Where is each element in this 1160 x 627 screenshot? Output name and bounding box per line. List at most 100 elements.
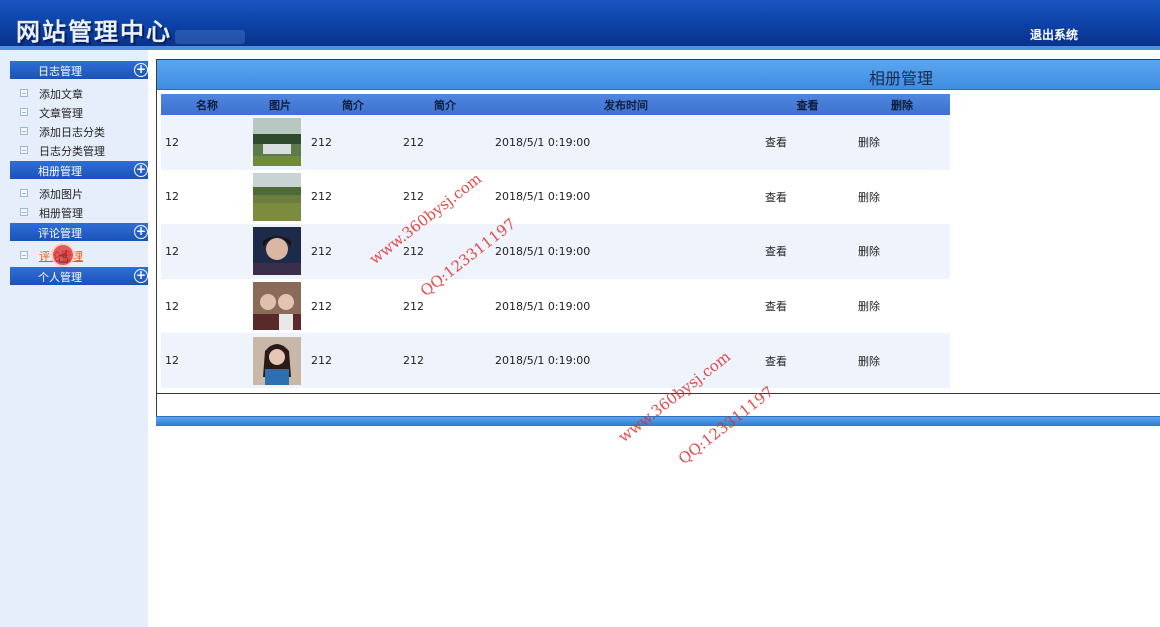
cell-delete: 删除 (854, 224, 950, 279)
collapse-box-icon (20, 189, 28, 197)
collapse-box-icon (20, 108, 28, 116)
photo-thumbnail[interactable] (253, 336, 301, 385)
delete-link[interactable]: 删除 (858, 136, 880, 149)
sidebar-item-comment-manage[interactable]: 评论管理 (20, 247, 148, 263)
cell-delete: 删除 (854, 278, 950, 334)
cell-name: 12 (161, 224, 253, 279)
table-header-row: 名称 图片 简介 简介 发布时间 查看 删除 (161, 94, 950, 115)
cell-name: 12 (161, 333, 253, 388)
cell-delete: 删除 (854, 115, 950, 170)
table-row: 12 212 212 2018/5/1 0:19:00 查看 删除 (161, 333, 950, 388)
collapse-box-icon (20, 208, 28, 216)
cell-image (253, 278, 307, 334)
table-row: 12 212 212 2018/5/1 0:19:00 查看 删除 (161, 115, 950, 170)
sidebar-item-category-manage[interactable]: 日志分类管理 (20, 142, 148, 158)
site-title: 网站管理中心 (16, 18, 172, 46)
sidebar-section-label: 评论管理 (38, 227, 82, 240)
cell-publish-time: 2018/5/1 0:19:00 (491, 278, 761, 334)
cell-delete: 删除 (854, 333, 950, 388)
sidebar-section-album[interactable]: 相册管理 + (10, 161, 148, 179)
cell-intro: 212 (307, 115, 399, 170)
cell-intro: 212 (307, 278, 399, 334)
cell-publish-time: 2018/5/1 0:19:00 (491, 169, 761, 225)
cell-image (253, 333, 307, 388)
cell-intro: 212 (307, 333, 399, 388)
view-link[interactable]: 查看 (765, 245, 787, 258)
cell-name: 12 (161, 115, 253, 170)
column-header: 简介 (399, 94, 491, 115)
photo-thumbnail[interactable] (253, 118, 301, 167)
column-header: 查看 (761, 94, 854, 115)
album-table: 名称 图片 简介 简介 发布时间 查看 删除 12 212 212 2018/5… (161, 94, 950, 388)
view-link[interactable]: 查看 (765, 136, 787, 149)
cell-intro: 212 (307, 169, 399, 225)
header-strip (0, 46, 1160, 50)
cell-intro: 212 (399, 278, 491, 334)
table-row: 12 212 212 2018/5/1 0:19:00 查看 删除 (161, 224, 950, 279)
header-decoration (175, 30, 245, 44)
panel-header: 相册管理 (157, 60, 1160, 90)
cell-image (253, 224, 307, 279)
collapse-box-icon (20, 251, 28, 259)
photo-thumbnail[interactable] (253, 172, 301, 221)
sidebar-item-label: 添加日志分类 (39, 126, 105, 139)
cell-view: 查看 (761, 169, 854, 225)
view-link[interactable]: 查看 (765, 300, 787, 313)
sidebar-section-label: 相册管理 (38, 165, 82, 178)
page-title: 相册管理 (869, 69, 934, 88)
top-header: 网站管理中心 退出系统 (0, 0, 1160, 50)
sidebar-section-label: 日志管理 (38, 65, 82, 78)
column-header: 名称 (161, 94, 253, 115)
expand-plus-icon[interactable]: + (134, 63, 148, 77)
delete-link[interactable]: 删除 (858, 300, 880, 313)
view-link[interactable]: 查看 (765, 355, 787, 368)
cell-name: 12 (161, 278, 253, 334)
sidebar-item-label: 文章管理 (39, 107, 83, 120)
cell-view: 查看 (761, 224, 854, 279)
column-header: 简介 (307, 94, 399, 115)
sidebar-item-label: 添加图片 (39, 188, 83, 201)
delete-link[interactable]: 删除 (858, 245, 880, 258)
cell-view: 查看 (761, 115, 854, 170)
cell-intro: 212 (399, 115, 491, 170)
cell-publish-time: 2018/5/1 0:19:00 (491, 224, 761, 279)
expand-plus-icon[interactable]: + (134, 225, 148, 239)
view-link[interactable]: 查看 (765, 191, 787, 204)
cell-delete: 删除 (854, 169, 950, 225)
sidebar-item-label: 添加文章 (39, 88, 83, 101)
delete-link[interactable]: 删除 (858, 191, 880, 204)
sidebar-section-label: 个人管理 (38, 271, 82, 284)
sidebar-item-article-manage[interactable]: 文章管理 (20, 104, 148, 120)
column-header: 删除 (854, 94, 950, 115)
cell-image (253, 115, 307, 170)
column-header: 发布时间 (491, 94, 761, 115)
cell-publish-time: 2018/5/1 0:19:00 (491, 115, 761, 170)
collapse-box-icon (20, 146, 28, 154)
hand-cursor-icon: ☝ (58, 247, 69, 268)
cell-image (253, 169, 307, 225)
sidebar-item-add-article[interactable]: 添加文章 (20, 85, 148, 101)
expand-plus-icon[interactable]: + (134, 163, 148, 177)
sidebar-item-add-image[interactable]: 添加图片 (20, 185, 148, 201)
cell-view: 查看 (761, 333, 854, 388)
sidebar-item-album-manage[interactable]: 相册管理 (20, 204, 148, 220)
cell-intro: 212 (399, 333, 491, 388)
table-row: 12 212 212 2018/5/1 0:19:00 查看 删除 (161, 169, 950, 225)
collapse-box-icon (20, 127, 28, 135)
sidebar-section-comments[interactable]: 评论管理 + (10, 223, 148, 241)
sidebar-item-label: 日志分类管理 (39, 145, 105, 158)
delete-link[interactable]: 删除 (858, 355, 880, 368)
cell-name: 12 (161, 169, 253, 225)
sidebar-section-blog[interactable]: 日志管理 + (10, 61, 148, 79)
logout-link[interactable]: 退出系统 (1030, 26, 1078, 43)
sidebar-item-add-category[interactable]: 添加日志分类 (20, 123, 148, 139)
collapse-box-icon (20, 89, 28, 97)
sidebar-item-label: 相册管理 (39, 207, 83, 220)
sidebar-section-personal[interactable]: 个人管理 + (10, 267, 148, 285)
cell-view: 查看 (761, 278, 854, 334)
photo-thumbnail[interactable] (253, 227, 301, 276)
photo-thumbnail[interactable] (253, 282, 301, 331)
table-row: 12 212 212 2018/5/1 0:19:00 查看 删除 (161, 278, 950, 334)
expand-plus-icon[interactable]: + (134, 269, 148, 283)
column-header: 图片 (253, 94, 307, 115)
